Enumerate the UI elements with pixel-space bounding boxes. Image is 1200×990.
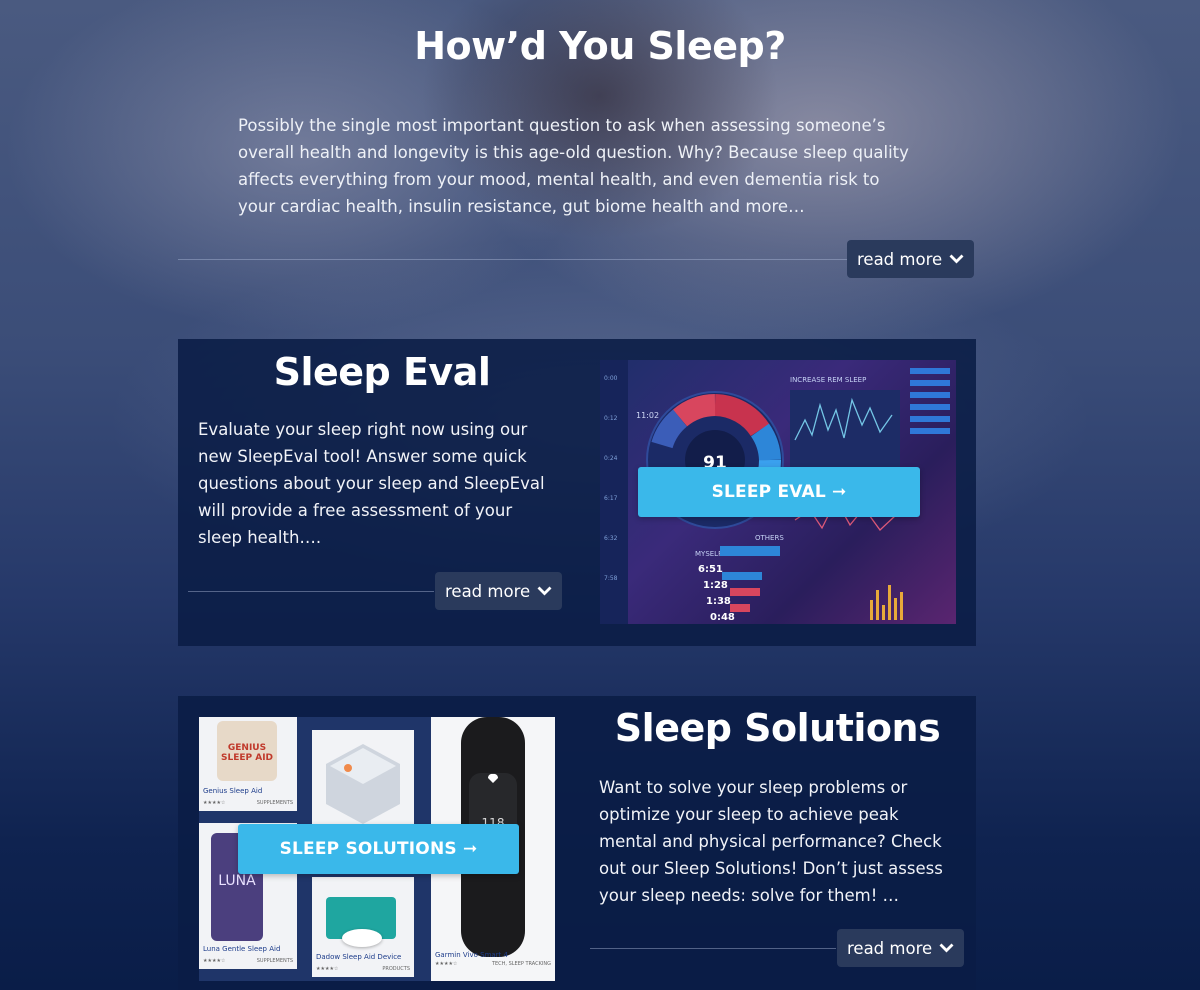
chevron-down-icon	[939, 943, 954, 953]
svg-text:7:58: 7:58	[604, 575, 618, 582]
chevron-down-icon	[949, 254, 964, 264]
product-tag: SUPPLEMENTS	[256, 958, 293, 964]
read-more-label: read more	[847, 938, 933, 958]
dashboard-time: 11:02	[636, 411, 659, 420]
product-name: Genius Sleep Aid	[203, 787, 263, 795]
product-name: Luna Gentle Sleep Aid	[203, 945, 281, 953]
read-more-label: read more	[445, 581, 531, 601]
chevron-down-icon	[537, 586, 552, 596]
hero-divider	[178, 259, 848, 260]
sleep-eval-text: Evaluate your sleep right now using our …	[198, 420, 545, 547]
light-value: 0:48	[710, 612, 735, 623]
product-tile: Dadow Sleep Aid Device ★★★★☆ PRODUCTS	[312, 877, 414, 977]
others-label: OTHERS	[755, 534, 784, 542]
sleep-solutions-read-more-button[interactable]: read more	[837, 929, 965, 967]
svg-text:0:12: 0:12	[604, 415, 618, 422]
hero-title: How’d You Sleep?	[414, 24, 786, 68]
deep-value: 1:38	[706, 596, 731, 607]
rem-value: 1:28	[703, 580, 728, 591]
product-tag: PRODUCTS	[382, 966, 410, 972]
product-tile	[312, 730, 414, 838]
sleep-eval-divider	[188, 591, 434, 592]
product-tag: SUPPLEMENTS	[256, 800, 293, 806]
sleep-solutions-title: Sleep Solutions	[614, 706, 941, 750]
sleep-eval-read-more-button[interactable]: read more	[435, 572, 563, 610]
sleep-solutions-cta-button[interactable]: SLEEP SOLUTIONS ➞	[238, 824, 519, 874]
myself-label: MYSELF	[695, 550, 722, 558]
product-name: Dadow Sleep Aid Device	[316, 953, 402, 961]
sleep-solutions-text: Want to solve your sleep problems or opt…	[599, 778, 943, 905]
product-brand: GENIUS SLEEP AID	[220, 743, 274, 763]
sleep-eval-title: Sleep Eval	[273, 350, 491, 394]
hero-read-more-button[interactable]: read more	[847, 240, 975, 278]
product-tag: TECH, SLEEP TRACKING	[491, 961, 551, 967]
sleep-solutions-divider	[590, 948, 836, 949]
sleep-eval-cta-button[interactable]: SLEEP EVAL ➞	[638, 467, 920, 517]
sound-machine-icon	[326, 744, 400, 824]
hero-text: Possibly the single most important quest…	[238, 116, 909, 216]
svg-text:6:32: 6:32	[604, 535, 618, 542]
svg-text:0:24: 0:24	[604, 455, 618, 462]
svg-text:0:00: 0:00	[604, 375, 618, 382]
rem-title: INCREASE REM SLEEP	[790, 376, 866, 384]
product-name: Garmin Vivo Smart 4	[435, 951, 508, 959]
read-more-label: read more	[857, 249, 943, 269]
product-brand: LUNA	[218, 873, 256, 889]
svg-text:6:17: 6:17	[604, 495, 618, 502]
total-value: 6:51	[698, 564, 723, 575]
product-tile: GENIUS SLEEP AID Genius Sleep Aid ★★★★☆ S…	[199, 717, 297, 811]
